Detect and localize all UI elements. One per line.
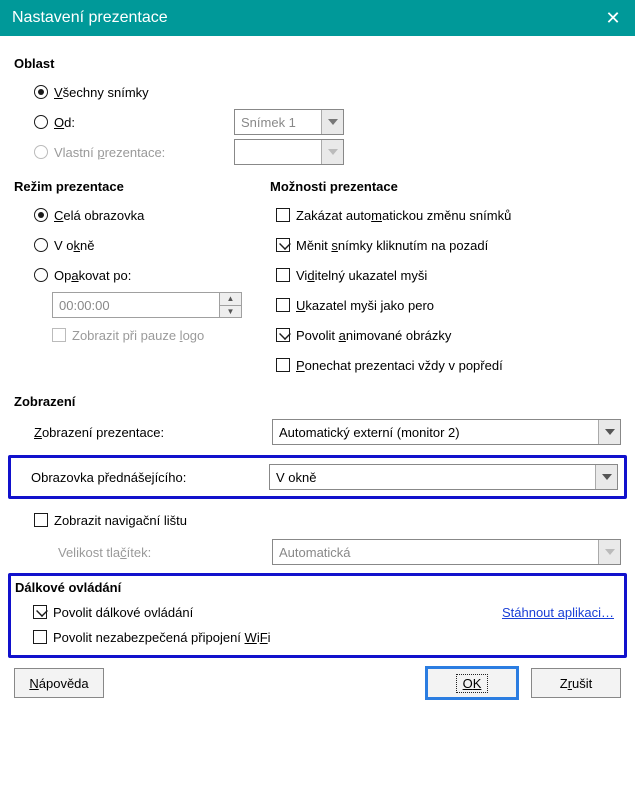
- link-download-app[interactable]: Stáhnout aplikaci…: [502, 605, 614, 620]
- check-disable-auto-advance[interactable]: [276, 208, 290, 222]
- chevron-down-icon: [321, 140, 343, 164]
- check-advance-on-click[interactable]: [276, 238, 290, 252]
- select-presentation-display[interactable]: Automatický externí (monitor 2): [272, 419, 621, 445]
- label-allow-insecure-wifi: Povolit nezabezpečená připojení WiFi: [53, 630, 271, 645]
- label-from-slide: Od:: [54, 115, 234, 130]
- select-presenter-screen-value: V okně: [276, 470, 316, 485]
- chevron-down-icon: [595, 465, 617, 489]
- group-options-title: Možnosti prezentace: [270, 179, 621, 194]
- label-disable-auto-advance: Zakázat automatickou změnu snímků: [296, 208, 511, 223]
- input-loop-duration: 00:00:00 ▲ ▼: [52, 292, 242, 318]
- chevron-down-icon: [598, 420, 620, 444]
- check-pointer-as-pen[interactable]: [276, 298, 290, 312]
- label-button-size: Velikost tlačítek:: [34, 545, 272, 560]
- radio-custom-show: [34, 145, 48, 159]
- radio-in-window[interactable]: [34, 238, 48, 252]
- check-allow-animations[interactable]: [276, 328, 290, 342]
- label-show-navbar: Zobrazit navigační lištu: [54, 513, 187, 528]
- select-custom-show: [234, 139, 344, 165]
- chevron-down-icon: [321, 110, 343, 134]
- label-in-window: V okně: [54, 238, 94, 253]
- duration-spinner: ▲ ▼: [219, 293, 241, 317]
- label-loop-after: Opakovat po:: [54, 268, 131, 283]
- radio-fullscreen[interactable]: [34, 208, 48, 222]
- help-button-label: Nápověda: [29, 676, 88, 691]
- check-visible-pointer[interactable]: [276, 268, 290, 282]
- select-from-slide[interactable]: Snímek 1: [234, 109, 344, 135]
- radio-from-slide[interactable]: [34, 115, 48, 129]
- label-pointer-as-pen: Ukazatel myši jako pero: [296, 298, 434, 313]
- label-visible-pointer: Viditelný ukazatel myši: [296, 268, 427, 283]
- chevron-down-icon: [598, 540, 620, 564]
- cancel-button[interactable]: Zrušit: [531, 668, 621, 698]
- check-always-on-top[interactable]: [276, 358, 290, 372]
- check-show-navbar[interactable]: [34, 513, 48, 527]
- help-button[interactable]: Nápověda: [14, 668, 104, 698]
- cancel-button-label: Zrušit: [560, 676, 593, 691]
- label-presenter-screen: Obrazovka přednášejícího:: [31, 470, 269, 485]
- label-custom-show: Vlastní prezentace:: [54, 145, 234, 160]
- group-remote-title: Dálkové ovládání: [15, 580, 620, 595]
- select-presenter-screen[interactable]: V okně: [269, 464, 618, 490]
- group-mode-title: Režim prezentace: [14, 179, 260, 194]
- window-title: Nastavení prezentace: [12, 9, 168, 27]
- label-always-on-top: Ponechat prezentaci vždy v popředí: [296, 358, 503, 373]
- ok-button[interactable]: OK: [427, 668, 517, 698]
- label-enable-remote: Povolit dálkové ovládání: [53, 605, 193, 620]
- label-advance-on-click: Měnit snímky kliknutím na pozadí: [296, 238, 488, 253]
- ok-button-label: OK: [456, 674, 489, 693]
- radio-loop-after[interactable]: [34, 268, 48, 282]
- group-range-title: Oblast: [14, 56, 621, 71]
- close-icon[interactable]: ✕: [591, 0, 635, 36]
- label-presentation-display: Zobrazení prezentace:: [34, 425, 272, 440]
- spinner-down-icon: ▼: [220, 306, 241, 318]
- select-from-slide-value: Snímek 1: [241, 115, 296, 130]
- duration-value: 00:00:00: [59, 298, 110, 313]
- select-button-size: Automatická: [272, 539, 621, 565]
- group-display-title: Zobrazení: [14, 394, 621, 409]
- highlight-presenter-row: Obrazovka přednášejícího: V okně: [8, 455, 627, 499]
- check-enable-remote[interactable]: [33, 605, 47, 619]
- titlebar: Nastavení prezentace ✕: [0, 0, 635, 36]
- select-button-size-value: Automatická: [279, 545, 351, 560]
- radio-all-slides[interactable]: [34, 85, 48, 99]
- label-allow-animations: Povolit animované obrázky: [296, 328, 451, 343]
- label-fullscreen: Celá obrazovka: [54, 208, 144, 223]
- highlight-remote-group: Dálkové ovládání Povolit dálkové ovládán…: [8, 573, 627, 658]
- check-pause-logo: [52, 328, 66, 342]
- label-all-slides: Všechny snímky: [54, 85, 149, 100]
- label-pause-logo: Zobrazit při pauze logo: [72, 328, 204, 343]
- check-allow-insecure-wifi[interactable]: [33, 630, 47, 644]
- spinner-up-icon: ▲: [220, 293, 241, 306]
- select-presentation-display-value: Automatický externí (monitor 2): [279, 425, 460, 440]
